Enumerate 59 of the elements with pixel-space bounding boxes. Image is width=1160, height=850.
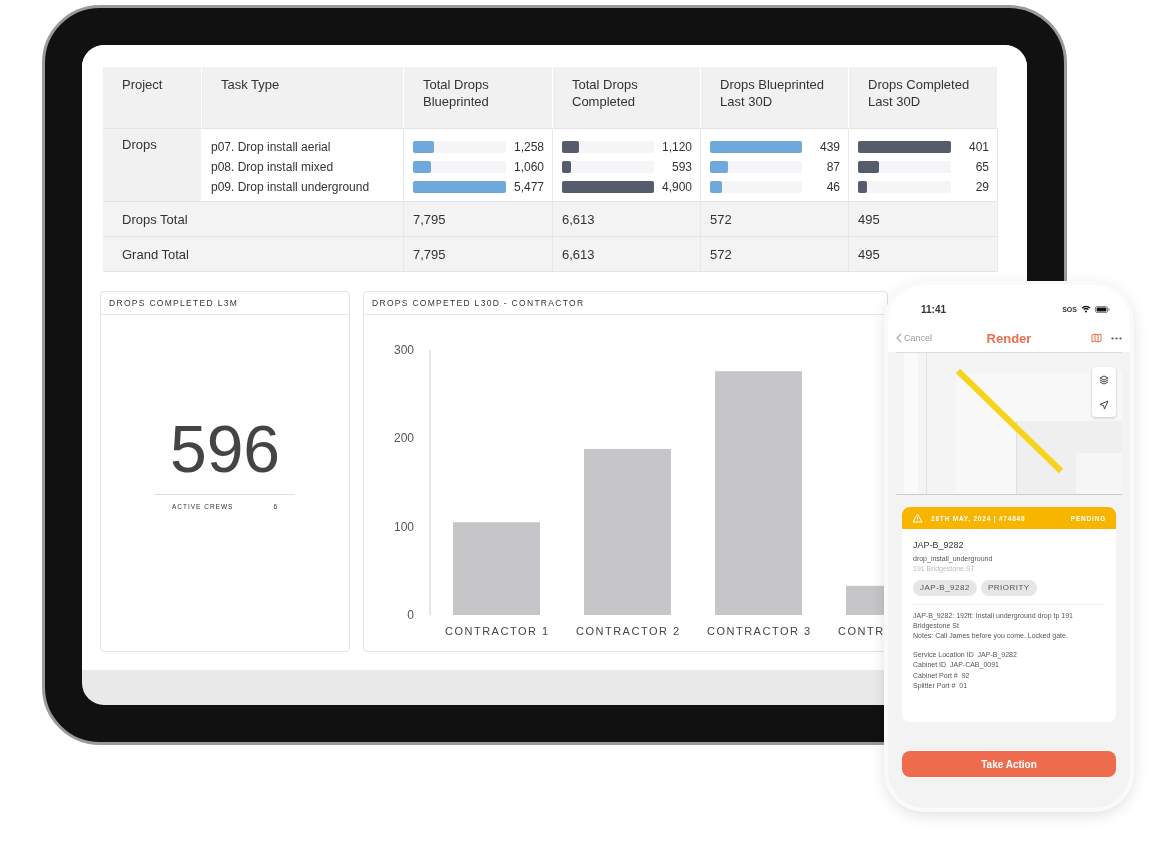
- metric-value: 65: [974, 160, 989, 174]
- wifi-icon: [1081, 305, 1091, 313]
- card-title: DROPS COMPLETED L3M: [101, 292, 349, 315]
- metric-value: 1,120: [662, 140, 692, 154]
- category-label: CONTR: [838, 625, 885, 637]
- axis-tick-label: 0: [407, 608, 414, 622]
- table-cell: 572: [701, 202, 849, 237]
- category-label: CONTRACTOR 3: [707, 625, 812, 637]
- location-arrow-icon: [1099, 399, 1109, 410]
- table-cell: Drops Total: [103, 202, 404, 237]
- kpi-value: 596: [169, 416, 281, 482]
- metric-value: 5,477: [514, 180, 544, 194]
- table-cell: Grand Total: [103, 237, 404, 272]
- map-icon[interactable]: [1091, 333, 1102, 343]
- task-type-text: p07. Drop install aerial: [211, 139, 332, 156]
- metric-value: 593: [670, 160, 692, 174]
- more-icon[interactable]: [1111, 336, 1122, 340]
- column-header: Drops Blueprinted Last 30D: [701, 67, 849, 129]
- table-cell: 6,613: [553, 237, 701, 272]
- layers-icon: [1099, 374, 1109, 385]
- bar: [846, 585, 885, 615]
- task-type-text: p08. Drop install mixed: [211, 159, 335, 176]
- tag: PRIORITY: [980, 580, 1037, 596]
- battery-icon: [1095, 305, 1110, 313]
- column-header: Total Drops Completed: [553, 67, 701, 129]
- task-type-text: p09. Drop install underground: [211, 179, 371, 196]
- chevron-left-icon: [896, 333, 902, 343]
- metric-value: 401: [967, 140, 989, 154]
- metric-value: 87: [825, 160, 840, 174]
- table-cell: Drops: [103, 129, 202, 202]
- app-title: Render: [986, 330, 1032, 346]
- category-label: CONTRACTOR 1: [445, 625, 550, 637]
- column-header: Project: [103, 67, 202, 129]
- column-header: Total Drops Blueprinted: [404, 67, 553, 129]
- axis-tick-label: 100: [393, 519, 414, 534]
- status-time: 11:41: [921, 303, 947, 315]
- table-cell: 572: [701, 237, 849, 272]
- table-cell: 7,795: [404, 202, 553, 237]
- metric-value: 439: [818, 140, 840, 154]
- take-action-button[interactable]: Take Action: [902, 751, 1116, 777]
- card-title: DROPS COMPETED L30D - CONTRACTOR: [364, 292, 887, 315]
- job-id: JAP-B_9282: [913, 539, 965, 552]
- axis-tick-label: 300: [393, 343, 414, 357]
- metric-value: 46: [825, 180, 840, 194]
- warning-icon: [912, 513, 923, 523]
- table-cell: 7,795: [404, 237, 553, 272]
- tag: JAP-B_9282: [913, 580, 977, 596]
- table-cell: 495: [849, 202, 998, 237]
- metric-value: 1,258: [514, 140, 544, 154]
- axis-tick-label: 200: [393, 431, 414, 446]
- column-header: Task Type: [202, 67, 404, 129]
- metric-value: 29: [974, 180, 989, 194]
- metric-value: 1,060: [514, 160, 544, 174]
- category-label: CONTRACTOR 2: [576, 625, 681, 637]
- metric-value: 4,900: [662, 180, 692, 194]
- column-header: Drops Completed Last 30D: [849, 67, 998, 129]
- cancel-button[interactable]: Cancel: [896, 333, 932, 343]
- table-cell: 6,613: [553, 202, 701, 237]
- table-cell: 495: [849, 237, 998, 272]
